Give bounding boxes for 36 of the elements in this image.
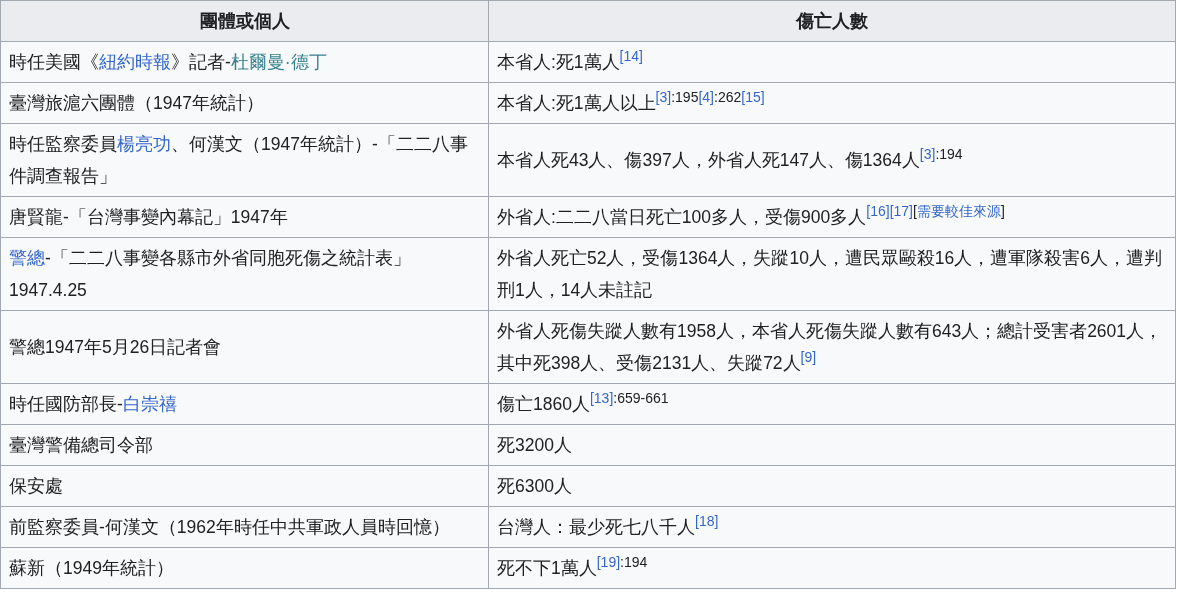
table-cell: 死6300人 (488, 465, 1176, 507)
table-cell: 時任國防部長-白崇禧 (0, 383, 489, 425)
citation-link[interactable]: [13] (589, 390, 614, 406)
link[interactable]: 楊亮功 (117, 134, 171, 154)
table-cell: 外省人死亡52人，受傷1364人，失蹤10人，遭民眾毆殺16人，遭軍隊殺害6人，遭判刑1人，14人未註記 (488, 237, 1176, 311)
table-cell: 臺灣警備總司令部 (0, 424, 489, 466)
citation-link[interactable]: [16] (866, 203, 890, 219)
table-cell: 台灣人：最少死七八千人$^{[18]}$ (488, 506, 1176, 548)
link[interactable]: 警總 (9, 248, 45, 268)
table-cell: 本省人:死1萬人$^{[14]}$ (488, 41, 1176, 83)
table-cell: 保安處 (0, 465, 489, 507)
column-header: 傷亡人數 (488, 0, 1176, 42)
link[interactable]: 白崇禧 (122, 394, 177, 414)
citation-link[interactable]: 需要較佳來源 (916, 203, 1001, 219)
citation-link[interactable]: [14] (619, 48, 643, 64)
citation-link[interactable]: [18] (695, 513, 719, 529)
table-cell: 死3200人 (488, 424, 1176, 466)
table-cell: 時任監察委員楊亮功、何漢文（1947年統計）-「二二八事件調查報告」 (0, 123, 489, 197)
table-cell: 臺灣旅滬六團體（1947年統計） (0, 82, 489, 124)
table-cell: 唐賢龍-「台灣事變內幕記」1947年 (0, 196, 489, 238)
citation-link[interactable]: [17] (889, 203, 913, 219)
citation-link[interactable]: [4] (698, 89, 714, 105)
citation-link[interactable]: [19] (596, 554, 621, 570)
table-cell: 警總1947年5月26日記者會 (0, 310, 489, 384)
column-header: 團體或個人 (0, 0, 489, 42)
table-cell: 前監察委員-何漢文（1962年時任中共軍政人員時回憶） (0, 506, 489, 548)
link[interactable]: 紐約時報 (99, 52, 171, 72)
citation-link[interactable]: [9] (800, 349, 817, 365)
table-cell: 時任美國《紐約時報》記者-杜爾曼·德丁 (0, 41, 489, 83)
table-cell: 警總-「二二八事變各縣市外省同胞死傷之統計表」1947.4.25 (0, 237, 489, 311)
link[interactable]: 杜爾曼·德丁 (230, 52, 327, 72)
citation-link[interactable]: [3] (919, 146, 936, 162)
citation-link[interactable]: [3] (655, 89, 672, 105)
table-cell: 蘇新（1949年統計） (0, 547, 489, 589)
table-cell: 外省人死傷失蹤人數有1958人，本省人死傷失蹤人數有643人；總計受害者2601人，其中死398人、受傷2131人、失蹤72人$^{[9]}$ (488, 310, 1176, 384)
citation-link[interactable]: [15] (741, 89, 765, 105)
